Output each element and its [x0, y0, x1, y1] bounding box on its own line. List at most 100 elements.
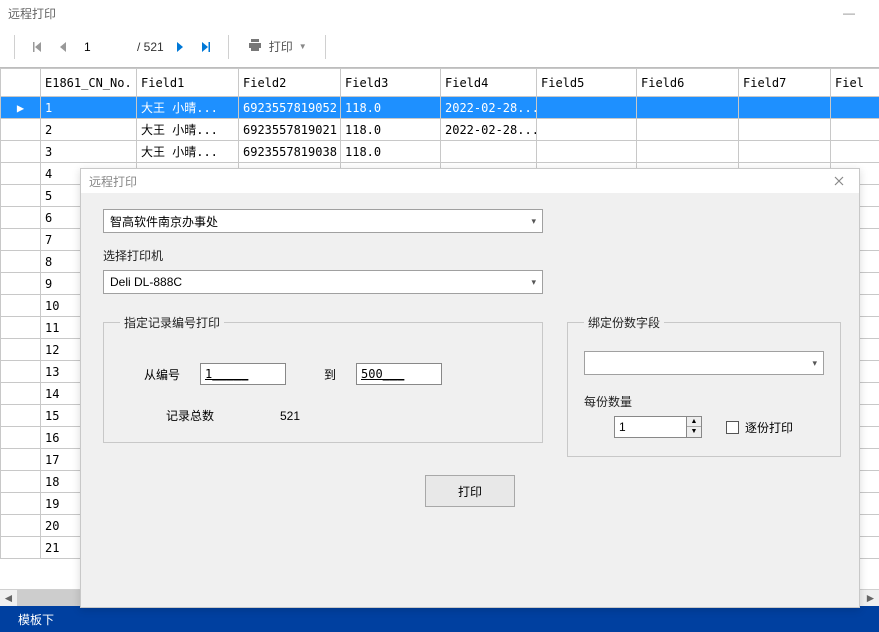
col-header[interactable]: Field5 [537, 69, 637, 97]
collate-checkbox[interactable]: 逐份打印 [726, 419, 793, 436]
toolbar-print-button[interactable]: 打印 ▼ [241, 34, 313, 60]
close-icon [834, 176, 844, 186]
bind-legend: 绑定份数字段 [584, 314, 664, 331]
cell[interactable]: 大王 小晴... [137, 119, 239, 141]
to-input[interactable] [356, 363, 442, 385]
range-fieldset: 指定记录编号打印 从编号 到 记录总数 521 [103, 314, 543, 443]
cell[interactable]: 6923557819052 [239, 97, 341, 119]
cell[interactable]: 2022-02-28... [441, 97, 537, 119]
row-indicator [1, 207, 41, 229]
row-indicator: ▶ [1, 97, 41, 119]
from-label: 从编号 [120, 366, 180, 383]
cell[interactable] [637, 97, 739, 119]
cell[interactable]: 大王 小晴... [137, 141, 239, 163]
template-download-button[interactable]: 模板下 [10, 607, 62, 632]
location-select[interactable]: 智高软件南京办事处 ▾ [103, 209, 543, 233]
spin-up-icon[interactable]: ▲ [687, 417, 701, 427]
cell[interactable] [739, 141, 831, 163]
range-legend: 指定记录编号打印 [120, 314, 224, 331]
from-input[interactable] [200, 363, 286, 385]
col-header[interactable]: Field7 [739, 69, 831, 97]
dropdown-icon: ▼ [299, 42, 307, 51]
table-row[interactable]: ▶1大王 小晴...6923557819052118.02022-02-28..… [1, 97, 879, 119]
checkbox-box [726, 421, 739, 434]
cell[interactable] [441, 141, 537, 163]
cell[interactable] [637, 119, 739, 141]
location-value: 智高软件南京办事处 [110, 213, 218, 230]
scroll-left-arrow[interactable]: ◄ [0, 590, 17, 607]
cell[interactable]: 118.0 [341, 97, 441, 119]
page-total-label: / 521 [137, 40, 164, 54]
row-indicator [1, 449, 41, 471]
toolbar-divider [325, 35, 326, 59]
cell[interactable]: 118.0 [341, 119, 441, 141]
total-value: 521 [280, 409, 300, 423]
cell[interactable]: 6923557819021 [239, 119, 341, 141]
cell[interactable]: 2 [41, 119, 137, 141]
first-page-button[interactable] [27, 37, 47, 57]
next-page-button[interactable] [170, 37, 190, 57]
print-dialog: 远程打印 智高软件南京办事处 ▾ 选择打印机 Deli DL-888C ▾ 指定… [80, 168, 860, 608]
row-indicator [1, 229, 41, 251]
bottom-bar: 模板下 [0, 606, 879, 632]
row-indicator [1, 317, 41, 339]
row-header-blank [1, 69, 41, 97]
row-indicator [1, 471, 41, 493]
cell[interactable]: 2022-02-28... [441, 119, 537, 141]
page-number-input[interactable] [79, 37, 131, 57]
copies-spinner[interactable]: ▲▼ [614, 416, 702, 438]
cell[interactable] [637, 141, 739, 163]
cell[interactable] [739, 119, 831, 141]
bind-fieldset: 绑定份数字段 ▾ 每份数量 ▲▼ [567, 314, 841, 457]
prev-page-button[interactable] [53, 37, 73, 57]
cell[interactable] [537, 97, 637, 119]
dialog-print-button[interactable]: 打印 [425, 475, 515, 507]
cell[interactable] [537, 141, 637, 163]
cell[interactable] [537, 119, 637, 141]
row-indicator [1, 295, 41, 317]
col-header[interactable]: Field4 [441, 69, 537, 97]
row-indicator [1, 339, 41, 361]
cell[interactable]: 6923557819038 [239, 141, 341, 163]
spin-down-icon[interactable]: ▼ [687, 427, 701, 437]
row-indicator [1, 141, 41, 163]
cell[interactable] [831, 119, 879, 141]
toolbar-divider [228, 35, 229, 59]
printer-select[interactable]: Deli DL-888C ▾ [103, 270, 543, 294]
dialog-close-button[interactable] [827, 169, 851, 193]
scroll-right-arrow[interactable]: ► [862, 590, 879, 607]
table-row[interactable]: 3大王 小晴...6923557819038118.0 [1, 141, 879, 163]
cell[interactable] [739, 97, 831, 119]
printer-value: Deli DL-888C [110, 275, 182, 289]
row-indicator [1, 427, 41, 449]
printer-label: 选择打印机 [103, 247, 837, 264]
col-header[interactable]: Fiel [831, 69, 879, 97]
cell[interactable]: 大王 小晴... [137, 97, 239, 119]
toolbar-divider [14, 35, 15, 59]
table-row[interactable]: 2大王 小晴...6923557819021118.02022-02-28... [1, 119, 879, 141]
row-indicator [1, 383, 41, 405]
cell[interactable]: 118.0 [341, 141, 441, 163]
cell[interactable] [831, 97, 879, 119]
main-titlebar: 远程打印 — [0, 0, 879, 26]
toolbar-print-label: 打印 [269, 38, 293, 55]
row-indicator [1, 273, 41, 295]
row-indicator [1, 119, 41, 141]
last-page-button[interactable] [196, 37, 216, 57]
dialog-titlebar[interactable]: 远程打印 [81, 169, 859, 193]
col-header[interactable]: Field3 [341, 69, 441, 97]
col-header[interactable]: E1861_CN_No. [41, 69, 137, 97]
copies-input[interactable] [614, 416, 686, 438]
col-header[interactable]: Field2 [239, 69, 341, 97]
dialog-title: 远程打印 [89, 173, 137, 190]
row-indicator [1, 515, 41, 537]
to-label: 到 [306, 366, 336, 383]
cell[interactable]: 3 [41, 141, 137, 163]
window-title: 远程打印 [8, 5, 56, 22]
cell[interactable]: 1 [41, 97, 137, 119]
minimize-button[interactable]: — [827, 0, 871, 26]
col-header[interactable]: Field1 [137, 69, 239, 97]
bind-field-select[interactable]: ▾ [584, 351, 824, 375]
cell[interactable] [831, 141, 879, 163]
col-header[interactable]: Field6 [637, 69, 739, 97]
